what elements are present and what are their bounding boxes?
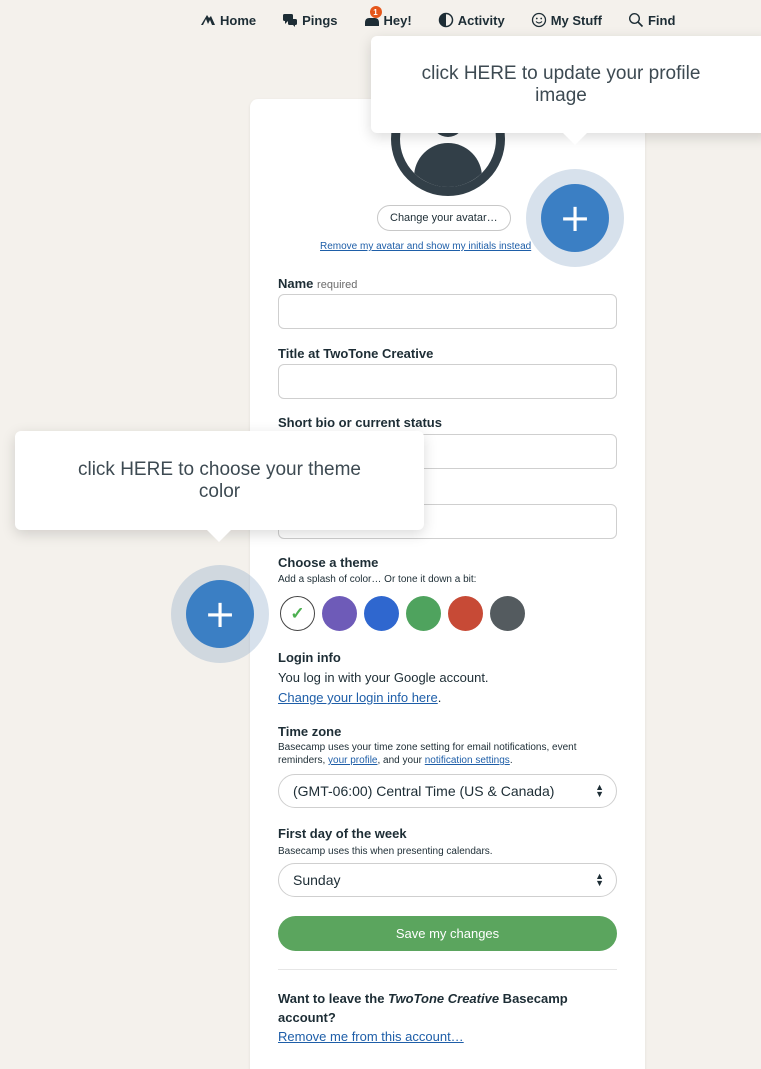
first-day-desc: Basecamp uses this when presenting calen… bbox=[278, 846, 493, 857]
theme-tooltip-text: click HERE to choose your theme color bbox=[77, 458, 361, 502]
your-profile-link[interactable]: your profile bbox=[328, 755, 377, 766]
title-label: Title at TwoTone Creative bbox=[278, 346, 434, 361]
theme-hotspot[interactable]: + bbox=[171, 565, 269, 663]
first-day-heading: First day of the week bbox=[278, 826, 407, 841]
theme-swatch-gray[interactable] bbox=[490, 596, 525, 631]
first-day-select[interactable]: Sunday ▲ ▼ bbox=[278, 863, 617, 897]
nav-find[interactable]: Find bbox=[628, 12, 675, 28]
theme-heading: Choose a theme bbox=[278, 555, 379, 570]
divider bbox=[278, 969, 617, 970]
name-label: Name required bbox=[278, 276, 358, 291]
leave-link-line: Remove me from this account… bbox=[278, 1029, 464, 1044]
nav-hey-label: Hey! bbox=[383, 12, 412, 28]
chat-bubbles-icon bbox=[283, 14, 298, 27]
avatar-tooltip: click HERE to update your profile image bbox=[371, 36, 761, 145]
login-link-line: Change your login info here. bbox=[278, 690, 442, 705]
notification-badge: 1 bbox=[369, 6, 382, 18]
timezone-heading: Time zone bbox=[278, 724, 342, 739]
nav-home-label: Home bbox=[220, 12, 257, 28]
top-nav: Home Pings 1 Hey! Activity My Stuff Find bbox=[200, 0, 675, 40]
timezone-desc: Basecamp uses your time zone setting for… bbox=[278, 742, 577, 766]
change-login-link[interactable]: Change your login info here bbox=[278, 690, 438, 705]
theme-swatches: ✓ bbox=[280, 596, 525, 631]
theme-swatch-red[interactable] bbox=[448, 596, 483, 631]
theme-swatch-purple[interactable] bbox=[322, 596, 357, 631]
nav-activity-label: Activity bbox=[457, 12, 505, 28]
nav-mystuff-label: My Stuff bbox=[550, 12, 602, 28]
plus-icon: + bbox=[186, 580, 254, 648]
theme-swatch-white[interactable]: ✓ bbox=[280, 596, 315, 631]
nav-pings[interactable]: Pings bbox=[282, 12, 338, 28]
avatar-hotspot[interactable]: + bbox=[526, 169, 624, 267]
login-text: You log in with your Google account. bbox=[278, 670, 489, 685]
name-field[interactable] bbox=[278, 294, 617, 329]
basecamp-mountain-icon bbox=[201, 15, 215, 25]
select-arrows-icon: ▲ ▼ bbox=[595, 871, 604, 888]
theme-tooltip: click HERE to choose your theme color bbox=[15, 431, 424, 542]
nav-hey[interactable]: 1 Hey! bbox=[364, 6, 412, 28]
nav-home[interactable]: Home bbox=[200, 12, 256, 28]
login-heading: Login info bbox=[278, 650, 341, 665]
leave-account-heading: Want to leave the TwoTone Creative Basec… bbox=[278, 991, 568, 1025]
remove-me-link[interactable]: Remove me from this account… bbox=[278, 1029, 464, 1044]
select-arrows-icon: ▲ ▼ bbox=[595, 782, 604, 799]
plus-icon: + bbox=[541, 184, 609, 252]
nav-activity[interactable]: Activity bbox=[438, 12, 505, 28]
notification-settings-link[interactable]: notification settings bbox=[425, 755, 510, 766]
save-button[interactable]: Save my changes bbox=[278, 916, 617, 951]
theme-subtext: Add a splash of color… Or tone it down a… bbox=[278, 574, 477, 585]
smiley-face-icon bbox=[531, 12, 546, 28]
first-day-value: Sunday bbox=[293, 872, 341, 888]
theme-swatch-green[interactable] bbox=[406, 596, 441, 631]
avatar-tooltip-text: click HERE to update your profile image bbox=[421, 62, 701, 106]
nav-pings-label: Pings bbox=[302, 12, 338, 28]
title-field[interactable] bbox=[278, 364, 617, 399]
timezone-select[interactable]: (GMT-06:00) Central Time (US & Canada) ▲… bbox=[278, 774, 617, 808]
activity-moon-icon bbox=[438, 12, 453, 28]
nav-mystuff[interactable]: My Stuff bbox=[531, 12, 602, 28]
change-avatar-button[interactable]: Change your avatar… bbox=[377, 205, 511, 231]
timezone-value: (GMT-06:00) Central Time (US & Canada) bbox=[293, 783, 555, 799]
remove-avatar-link[interactable]: Remove my avatar and show my initials in… bbox=[320, 241, 531, 252]
required-hint: required bbox=[317, 279, 358, 291]
bio-label: Short bio or current status bbox=[278, 415, 442, 430]
theme-swatch-blue[interactable] bbox=[364, 596, 399, 631]
nav-find-label: Find bbox=[647, 12, 676, 28]
search-icon bbox=[628, 12, 644, 28]
